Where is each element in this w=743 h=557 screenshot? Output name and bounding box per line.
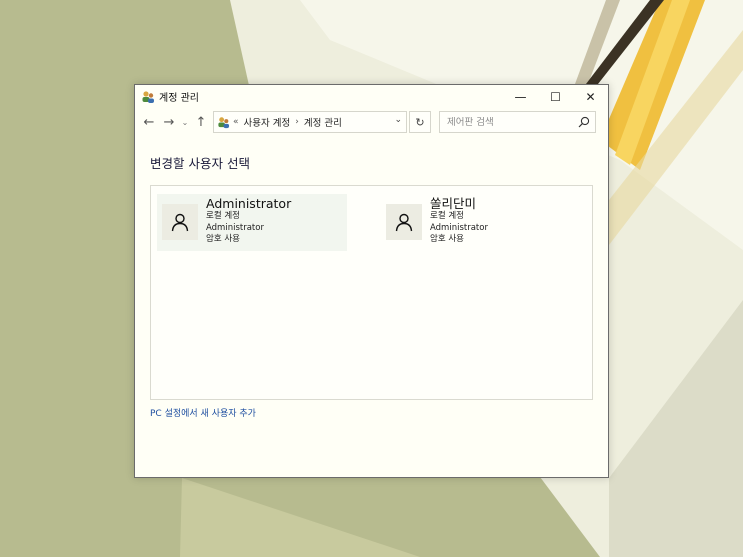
account-group: Administrator [430, 222, 488, 233]
content-area: 변경할 사용자 선택 Administrator 로컬 계정 Administr… [135, 153, 608, 420]
user-icon [395, 213, 413, 232]
refresh-button[interactable]: ↻ [409, 111, 431, 133]
account-type: 로컬 계정 [206, 211, 240, 221]
users-icon [142, 90, 154, 103]
window-title: 계정 관리 [159, 93, 199, 104]
address-bar[interactable]: « 사용자 계정 › 계정 관리 ⌄ [213, 111, 407, 133]
up-button[interactable]: ↑ [191, 111, 211, 133]
user-list-panel: Administrator 로컬 계정 Administrator 암호 사용 … [150, 185, 593, 400]
navigation-bar: ← → ⌄ ↑ « 사용자 계정 › 계정 관리 ⌄ ↻ [135, 108, 608, 136]
account-management-window: 계정 관리 — ☐ ✕ ← → ⌄ ↑ « 사용자 계정 › 계정 관리 ⌄ ↻ [134, 84, 609, 478]
minimize-button[interactable]: — [503, 85, 538, 108]
avatar [386, 204, 422, 240]
recent-locations-button[interactable]: ⌄ [179, 111, 191, 133]
close-button[interactable]: ✕ [573, 85, 608, 108]
password-status: 암호 사용 [430, 234, 464, 244]
breadcrumb-user-accounts[interactable]: 사용자 계정 [244, 115, 291, 129]
breadcrumb-overflow[interactable]: « [233, 117, 239, 127]
account-group: Administrator [206, 222, 264, 233]
search-icon[interactable] [578, 116, 590, 128]
breadcrumb-account-management[interactable]: 계정 관리 [304, 115, 342, 129]
back-button[interactable]: ← [139, 111, 159, 133]
maximize-button[interactable]: ☐ [538, 85, 573, 108]
search-input[interactable] [447, 116, 567, 128]
chevron-down-icon[interactable]: ⌄ [394, 115, 402, 125]
add-user-link[interactable]: PC 설정에서 새 사용자 추가 [150, 406, 256, 419]
breadcrumb-separator-icon[interactable]: › [295, 117, 299, 127]
user-name: 쏠리단미 [430, 196, 477, 211]
user-name: Administrator [206, 196, 292, 211]
title-bar: 계정 관리 — ☐ ✕ [135, 85, 608, 108]
page-heading: 변경할 사용자 선택 [150, 156, 250, 171]
user-icon [171, 213, 189, 232]
forward-button[interactable]: → [159, 111, 179, 133]
user-tile-administrator[interactable]: Administrator 로컬 계정 Administrator 암호 사용 [157, 194, 347, 251]
search-box[interactable] [439, 111, 596, 133]
password-status: 암호 사용 [206, 234, 240, 244]
users-icon [218, 116, 230, 128]
account-type: 로컬 계정 [430, 211, 464, 221]
avatar [162, 204, 198, 240]
user-tile-second-user[interactable]: 쏠리단미 로컬 계정 Administrator 암호 사용 [381, 194, 571, 251]
